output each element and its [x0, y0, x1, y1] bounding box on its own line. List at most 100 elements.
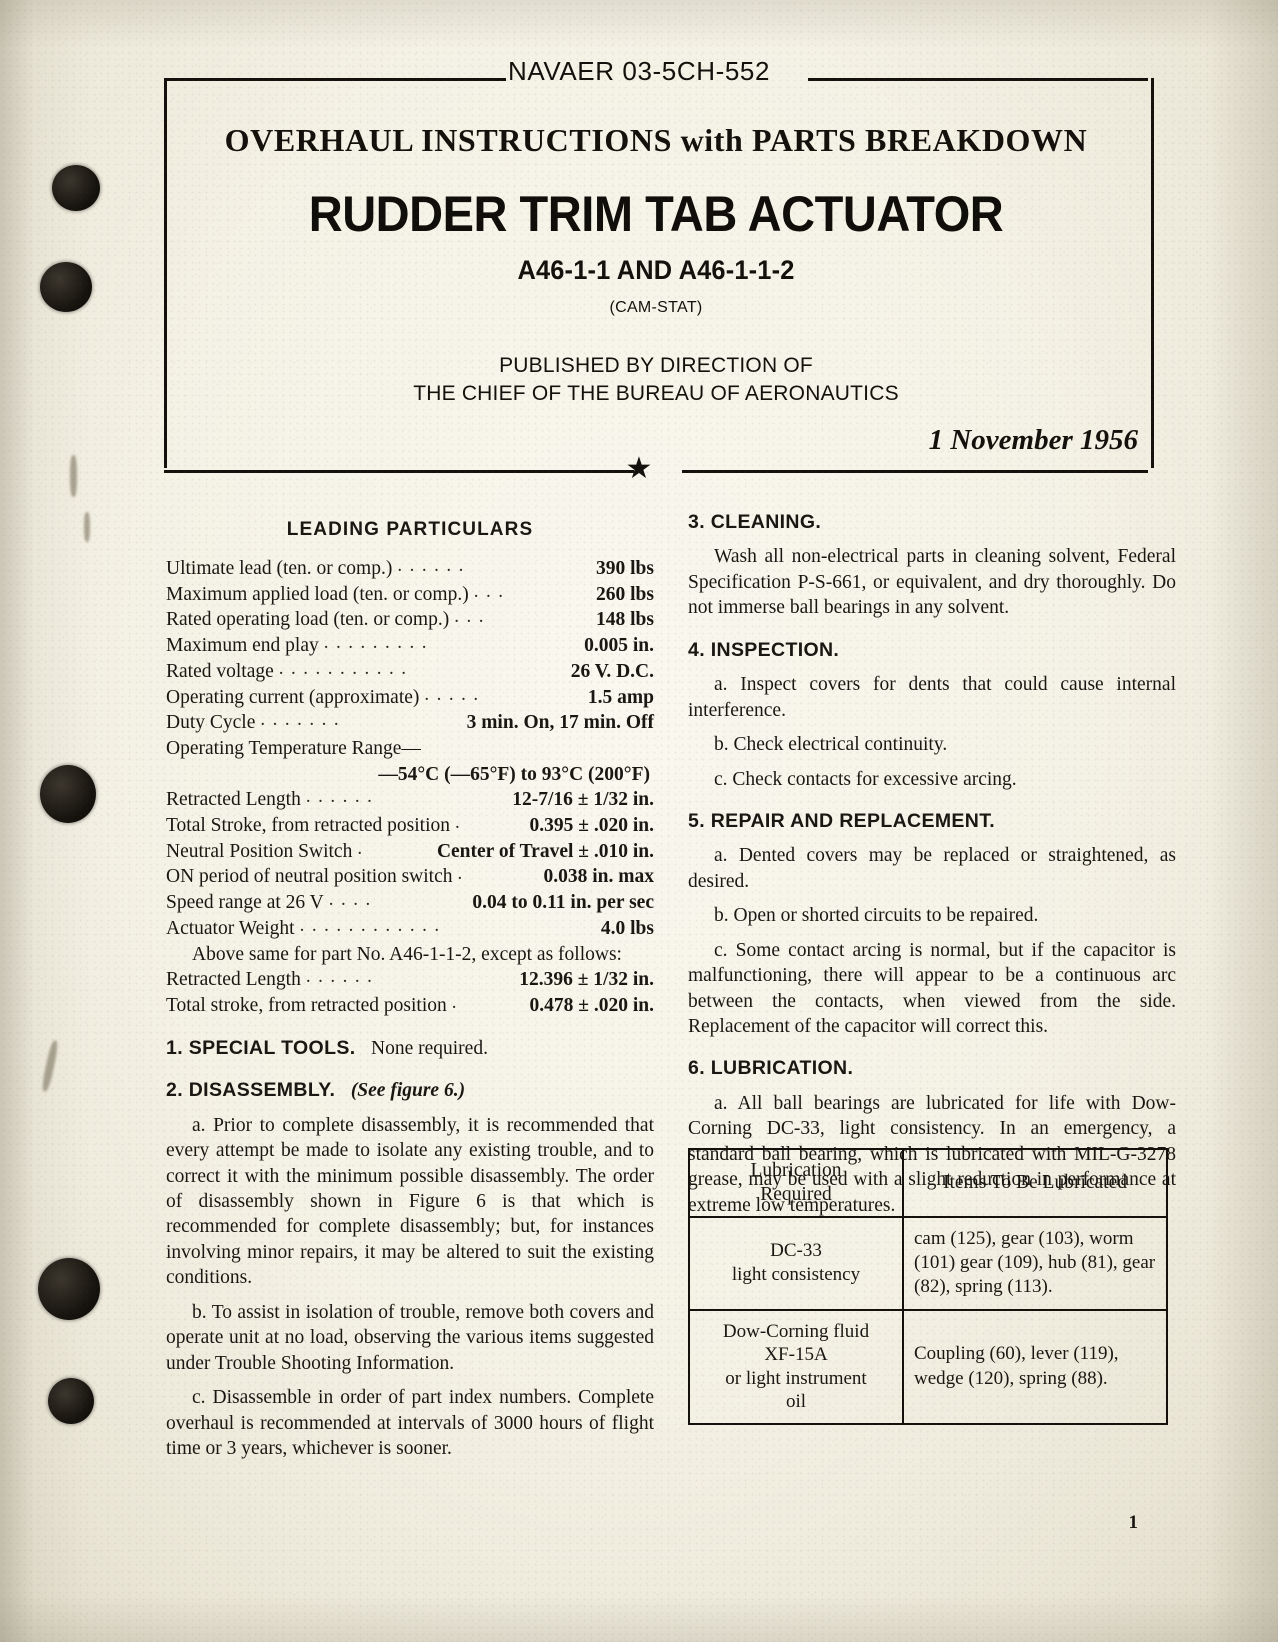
spec-row: Rated voltage........... 26 V. D.C.	[166, 657, 654, 685]
leader-dots: ...	[473, 580, 511, 602]
figure-reference: (See figure 6.)	[350, 1080, 466, 1102]
spec-row: Maximum end play......... 0.005 in.	[166, 632, 654, 659]
spec-row: Rated operating load (ten. or comp.)... 1…	[166, 606, 654, 633]
navaer-number: NAVAER 03-5CH-552	[507, 56, 771, 86]
lubricant-line: Dow-Corning fluid	[722, 1320, 870, 1342]
spec-row: Maximum applied load (ten. or comp.)... 2…	[166, 580, 654, 608]
section-title: INSPECTION.	[710, 638, 840, 661]
spec-row: ON period of neutral position switch. 0.0…	[166, 863, 654, 890]
leading-particulars-list-3: Retracted Length...... 12.396 ± 1/32 in. T…	[166, 966, 654, 1019]
leading-particulars-list-1: Ultimate lead (ten. or comp.)...... 390 l…	[166, 554, 654, 736]
body-paragraph: c. Disassemble in order of part index nu…	[166, 1387, 654, 1459]
spec-label: Rated operating load (ten. or comp.)	[166, 609, 450, 631]
leader-dots: .	[455, 811, 468, 833]
leader-dots: ............	[299, 915, 447, 937]
leader-dots: .	[457, 863, 470, 885]
publisher-line-2: THE CHIEF OF THE BUREAU OF AERONAUTICS	[413, 381, 899, 405]
body-paragraph: b. Check electrical continuity.	[714, 734, 948, 756]
spec-label: Operating current (approximate)	[166, 686, 420, 708]
leader-dots: .......	[260, 709, 347, 731]
lubricant-line: light consistency	[731, 1264, 861, 1286]
spec-value: 26 V. D.C.	[570, 660, 654, 682]
punch-hole-2	[40, 262, 92, 312]
spec-value: 4.0 lbs	[600, 918, 654, 940]
leader-dots: ......	[397, 554, 471, 576]
publisher-block: PUBLISHED BY DIRECTION OF THE CHIEF OF T…	[164, 352, 1148, 407]
spec-label: Maximum applied load (ten. or comp.)	[166, 583, 469, 605]
spec-row: Actuator Weight............ 4.0 lbs	[166, 915, 654, 942]
spec-row: Speed range at 26 V.... 0.04 to 0.11 in. …	[166, 889, 654, 916]
cell-items-lubricated: cam (125), gear (103), worm (101) gear (…	[902, 1215, 1168, 1311]
scan-smudge	[84, 512, 90, 542]
section-number: 3.	[688, 511, 705, 533]
punch-hole-4	[38, 1258, 100, 1320]
spec-value: 3 min. On, 17 min. Off	[466, 712, 654, 734]
leading-particulars-list-2: Retracted Length...... 12-7/16 ± 1/32 in.…	[166, 786, 654, 942]
cam-stat-label: (CAM-STAT)	[609, 299, 703, 316]
left-column: LEADING PARTICULARS Ultimate lead (ten. …	[166, 510, 654, 1470]
spec-value: 12-7/16 ± 1/32 in.	[512, 789, 654, 811]
repair-paragraphs: a. Dented covers may be replaced or stra…	[688, 843, 1176, 1039]
spec-row: Total Stroke, from retracted position. 0.…	[166, 811, 654, 839]
spec-label: Duty Cycle	[166, 712, 256, 734]
right-column: 3. CLEANING. Wash all non-electrical par…	[688, 510, 1176, 1227]
body-paragraph: b. Open or shorted circuits to be repair…	[714, 905, 1039, 927]
section-title: REPAIR AND REPLACEMENT.	[710, 809, 996, 832]
spec-label: Actuator Weight	[166, 918, 295, 940]
section-heading-lubrication: 6. LUBRICATION.	[688, 1056, 1176, 1081]
body-paragraph: a. Inspect covers for dents that could c…	[688, 674, 1176, 721]
spec-label: Maximum end play	[166, 635, 319, 657]
section-heading-repair: 5. REPAIR AND REPLACEMENT.	[688, 809, 1176, 834]
punch-hole-1	[52, 165, 100, 211]
spec-label: Speed range at 26 V	[166, 892, 324, 914]
section-heading-inspection: 4. INSPECTION.	[688, 638, 1176, 663]
spec-row: Duty Cycle....... 3 min. On, 17 min. Off	[166, 709, 654, 736]
disassembly-paragraphs: a. Prior to complete disassembly, it is …	[166, 1113, 654, 1462]
body-paragraph: a. Prior to complete disassembly, it is …	[166, 1114, 654, 1289]
body-paragraph: c. Check contacts for excessive arcing.	[714, 768, 1017, 790]
cell-lubrication-required: Dow-Corning fluid XF-15A or light instrume…	[688, 1308, 904, 1425]
spec-label: ON period of neutral position switch	[166, 866, 453, 888]
publisher-line-1: PUBLISHED BY DIRECTION OF	[499, 354, 813, 377]
section-number: 2.	[166, 1079, 183, 1102]
spec-value: 0.04 to 0.11 in. per sec	[472, 892, 654, 914]
spec-value: 1.5 amp	[587, 686, 654, 708]
section-number: 6.	[688, 1057, 705, 1080]
section-heading-disassembly: 2. DISASSEMBLY. (See figure 6.)	[166, 1078, 654, 1103]
section-number: 5.	[688, 809, 705, 832]
leader-dots: .....	[424, 683, 486, 705]
section-number: 1.	[166, 1036, 183, 1059]
temp-range-value: —54°C (—65°F) to 93°C (200°F)	[378, 763, 650, 785]
leader-dots: ....	[328, 889, 378, 911]
section-title: LUBRICATION.	[710, 1057, 854, 1080]
lubricant-line: DC-33	[770, 1240, 822, 1262]
spec-label: Retracted Length	[166, 969, 301, 991]
column-header-lubrication-required: Lubrication Required	[688, 1148, 904, 1218]
leader-dots: .	[357, 837, 370, 859]
overhaul-instructions-line: OVERHAUL INSTRUCTIONS with PARTS BREAKDO…	[224, 122, 1088, 158]
lubricant-line: XF-15A	[764, 1344, 828, 1366]
spec-value: 0.478 ± .020 in.	[529, 995, 654, 1017]
spec-value: 0.395 ± .020 in.	[529, 814, 654, 836]
section-heading-special-tools: 1. SPECIAL TOOLS. None required.	[166, 1036, 654, 1061]
header-line-1: Lubrication	[750, 1160, 842, 1181]
spec-value: 0.005 in.	[584, 635, 654, 657]
leader-dots: .	[451, 992, 465, 1014]
leading-particulars-title: LEADING PARTICULARS	[286, 519, 534, 540]
special-tools-body: None required.	[371, 1037, 488, 1059]
spec-label: Retracted Length	[166, 789, 301, 811]
punch-hole-5	[48, 1378, 94, 1424]
leader-dots: ......	[305, 966, 380, 988]
section-heading-cleaning: 3. CLEANING.	[688, 510, 1176, 535]
page-number: 1	[1128, 1512, 1139, 1533]
body-paragraph: b. To assist in isolation of trouble, re…	[166, 1301, 654, 1374]
variant-note-list: Above same for part No. A46-1-1-2, excep…	[166, 942, 654, 967]
section-title: CLEANING.	[710, 511, 822, 533]
spec-row: Operating current (approximate)..... 1.5 …	[166, 683, 654, 711]
spec-label: Total stroke, from retracted position	[166, 995, 447, 1017]
leader-dots: ...........	[278, 657, 414, 679]
body-paragraph: a. Dented covers may be replaced or stra…	[688, 845, 1176, 892]
cell-items-lubricated: Coupling (60), lever (119), wedge (120),…	[902, 1308, 1168, 1425]
part-numbers: A46-1-1 AND A46-1-1-2	[517, 255, 795, 285]
spec-row: Retracted Length...... 12-7/16 ± 1/32 in.	[166, 786, 654, 813]
